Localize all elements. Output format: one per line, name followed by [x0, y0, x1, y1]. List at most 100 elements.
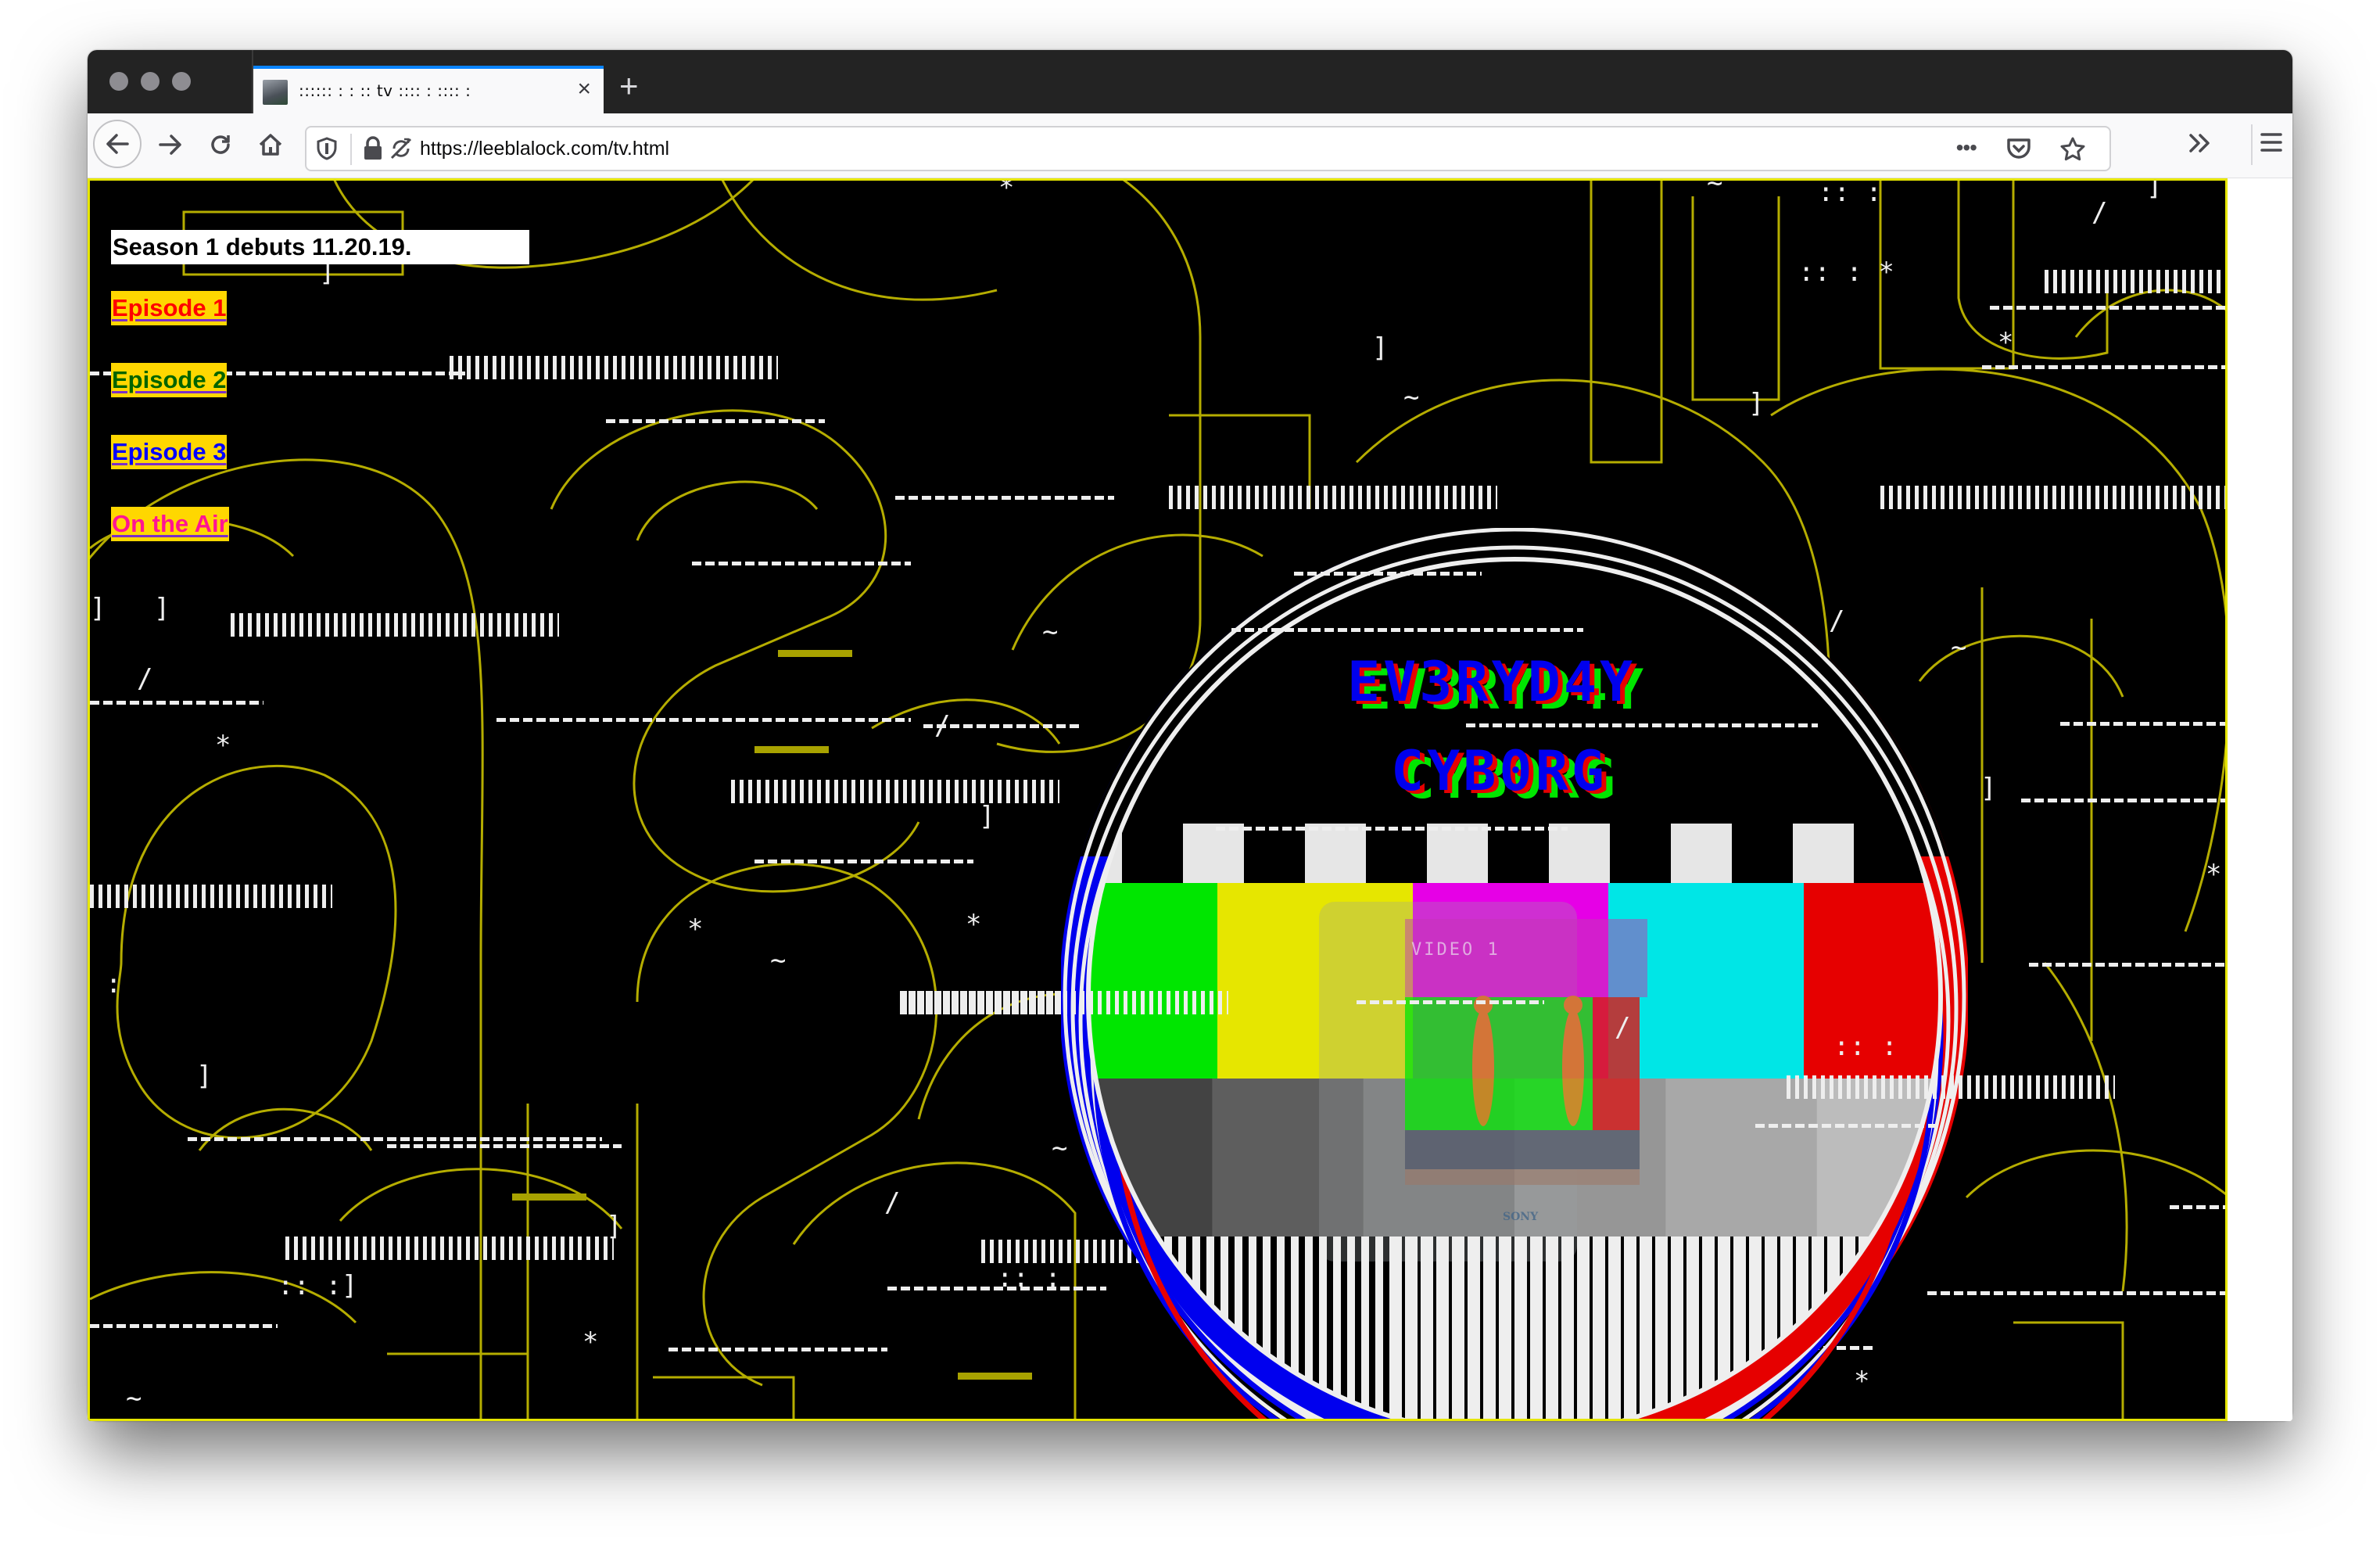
yellow-bar [958, 1373, 1032, 1380]
stripe [1375, 1237, 1383, 1419]
tracking-protection-icon[interactable] [388, 136, 414, 161]
noise-glyph: / [2091, 197, 2108, 228]
yellow-bar [778, 650, 852, 657]
reload-button[interactable] [195, 120, 246, 170]
stripe [1483, 1237, 1496, 1419]
stripe [1421, 1237, 1433, 1419]
tab-close-icon[interactable]: × [577, 75, 591, 103]
noise-dash [692, 562, 911, 565]
test-card: VIDEO 1 SONY EV3RYD4Y EV3RYD4Y EV3RYD4Y … [1061, 527, 1968, 1419]
home-icon [259, 134, 282, 156]
noise-dash [1357, 1000, 1544, 1004]
noise-glyph: * [1998, 327, 2014, 358]
bookmark-star-icon[interactable] [2059, 136, 2086, 163]
shield-icon[interactable] [316, 137, 338, 160]
arrow-left-icon [106, 134, 129, 154]
noise-glyph: / [1615, 1012, 1631, 1043]
back-button[interactable] [93, 120, 142, 168]
yellow-bar [512, 1193, 586, 1201]
noise-dash [1927, 1291, 2225, 1295]
noise-bars [450, 356, 778, 379]
noise-glyph: * [1854, 1366, 1870, 1397]
pocket-icon[interactable] [2006, 137, 2031, 160]
stripe [1671, 1237, 1683, 1419]
noise-glyph: * [215, 730, 231, 761]
episode-2-link[interactable]: Episode 2 [111, 363, 228, 397]
stripe [1546, 1237, 1558, 1419]
noise-bars [1787, 1075, 2115, 1099]
url-bar[interactable]: https://leeblalock.com/tv.html ••• [305, 126, 2111, 171]
noise-dash [668, 1348, 887, 1351]
tab-title: :::::: : : :: tv :::: : :::: : [299, 81, 471, 100]
arrow-right-icon [159, 135, 181, 155]
noise-dash [755, 860, 973, 863]
noise-glyph: :: :] [278, 1270, 358, 1301]
noise-glyph: * [1450, 1386, 1467, 1417]
noise-dash [90, 1324, 278, 1328]
on-the-air-link[interactable]: On the Air [111, 507, 229, 541]
page-canvas: * ~ :: : ] :: : / :: : * ] ] * ~ ] ] ] ~… [88, 178, 2228, 1421]
hamburger-menu-icon[interactable] [2260, 131, 2283, 154]
nav-toolbar: https://leeblalock.com/tv.html ••• [88, 113, 2292, 178]
noise-dash [2060, 722, 2225, 726]
noise-glyph: * [687, 913, 704, 945]
stripe [1405, 1237, 1418, 1419]
url-text[interactable]: https://leeblalock.com/tv.html [420, 138, 669, 160]
stripe [1905, 1237, 1918, 1419]
noise-dash [895, 496, 1114, 500]
stripe [1122, 1237, 1130, 1419]
noise-bars [1169, 486, 1497, 509]
stripe [1561, 1237, 1574, 1419]
home-button[interactable] [246, 120, 296, 170]
tv-brand-label: SONY [1503, 1211, 1539, 1223]
noise-glyph: ] [979, 801, 995, 832]
noise-glyph: ] [1372, 332, 1389, 364]
noise-dash [1294, 572, 1482, 576]
noise-glyph: / [934, 710, 951, 741]
forward-button[interactable] [145, 120, 195, 170]
noise-bars [731, 780, 1059, 803]
noise-glyph: ] [196, 1061, 213, 1092]
gray-step [1665, 1079, 1818, 1237]
noise-bars [900, 991, 1228, 1014]
page-viewport: * ~ :: : ] :: : / :: : * ] ] * ~ ] ] ] ~… [88, 178, 2292, 1421]
noise-glyph: ~ [1707, 178, 1723, 199]
noise-dash [606, 419, 825, 423]
noise-dash [1755, 1124, 1943, 1128]
window-zoom-button[interactable] [172, 72, 191, 91]
new-tab-button[interactable]: + [619, 70, 639, 102]
stripe [1436, 1237, 1449, 1419]
noise-glyph: :: : [997, 1262, 1061, 1294]
tab-active[interactable]: :::::: : : :: tv :::: : :::: : × [253, 66, 604, 113]
stripe [1468, 1237, 1480, 1419]
noise-glyph: * [966, 909, 982, 940]
noise-glyph: :: : * [1798, 257, 1894, 288]
noise-dash [188, 1137, 602, 1141]
noise-dash [1990, 306, 2225, 310]
lock-icon[interactable] [363, 136, 383, 161]
stripe [1608, 1237, 1621, 1419]
episode-3-link[interactable]: Episode 3 [111, 435, 228, 469]
noise-glyph: ] ] [90, 593, 170, 624]
tab-strip: :::::: : : :: tv :::: : :::: : × + [88, 50, 2292, 113]
stripe [1624, 1237, 1636, 1419]
overflow-chevrons-icon[interactable] [2187, 127, 2213, 159]
noise-bars [90, 885, 332, 908]
noise-dash [2021, 799, 2225, 802]
stripe [1937, 1237, 1941, 1419]
noise-glyph: * [2206, 859, 2222, 890]
page-actions-icon[interactable]: ••• [1956, 135, 1977, 160]
noise-bars [1880, 486, 2225, 509]
video-label: VIDEO 1 [1411, 940, 1500, 960]
noise-dash [496, 718, 911, 722]
toolbar-separator [2251, 124, 2253, 165]
noise-bars [2045, 270, 2225, 293]
window-minimize-button[interactable] [141, 72, 160, 91]
window-close-button[interactable] [109, 72, 128, 91]
stripe [1389, 1237, 1402, 1419]
noise-bars [285, 1237, 614, 1260]
episode-1-link[interactable]: Episode 1 [111, 291, 228, 325]
yellow-bar [755, 746, 829, 753]
favicon-icon [263, 80, 288, 105]
browser-window: :::::: : : :: tv :::: : :::: : × + https… [88, 50, 2292, 1421]
